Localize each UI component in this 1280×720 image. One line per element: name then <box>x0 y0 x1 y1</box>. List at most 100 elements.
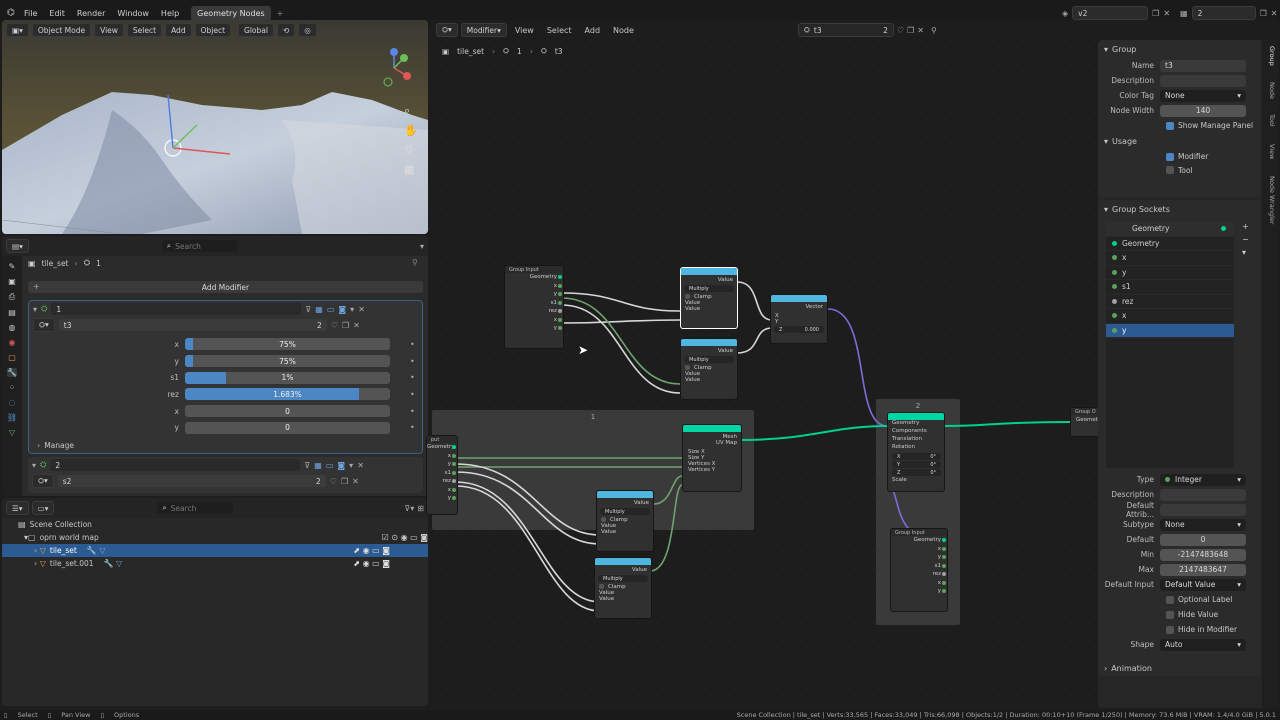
scene-field[interactable]: v2 <box>1072 6 1149 20</box>
node-group-field[interactable]: s2 2 <box>57 475 326 487</box>
socket-dot[interactable] <box>942 555 946 559</box>
socket-dot[interactable] <box>558 309 562 313</box>
snap-icon[interactable]: ⟲ <box>276 23 296 37</box>
outliner-row-tile-set-001[interactable]: › ▽ tile_set.001 🔧 ▽ ⬈ ◉ ▭ ◙ <box>2 557 428 570</box>
node-group-field[interactable]: t3 2 <box>58 319 327 331</box>
visibility-icons[interactable]: ⬈ ◉ ▭ ◙ <box>353 546 390 555</box>
default-input-select[interactable]: Default Value ▾ <box>1160 578 1246 591</box>
menu-help[interactable]: Help <box>155 9 185 18</box>
blender-logo-icon[interactable]: ⌬ <box>4 6 18 20</box>
chevron-down-icon[interactable]: ▾ <box>420 242 424 251</box>
default-value-field[interactable]: 0 <box>1160 533 1246 546</box>
viewport-display-icon[interactable]: ▭ <box>326 461 334 470</box>
view-layer-icon[interactable]: ▦ <box>1180 9 1188 18</box>
input-slider[interactable]: 1% <box>185 371 390 384</box>
pin-icon[interactable]: ⚲ <box>412 258 418 267</box>
group-input-node-b[interactable]: put Geometry x y s1 rez x y <box>426 435 458 515</box>
grid-node[interactable]: Mesh UV Map Size X Size Y Vertices X Ver… <box>682 424 742 492</box>
math-op-select[interactable]: Multiply <box>598 575 648 582</box>
viewport-3d[interactable]: ▣▾ Object Mode View Select Add Object Gl… <box>2 20 428 234</box>
edit-mode-icon[interactable]: ▦ <box>315 305 323 314</box>
shape-select[interactable]: Auto ▾ <box>1160 638 1246 651</box>
socket-description-field[interactable] <box>1160 488 1246 501</box>
modifier-name-field[interactable]: 2 <box>50 459 301 471</box>
node-width-field[interactable]: 140 <box>1160 104 1246 117</box>
socket-list-item[interactable]: Geometry <box>1106 237 1234 251</box>
fake-user-icon[interactable]: ♡ <box>331 321 338 330</box>
new-collection-icon[interactable]: ⊞ <box>417 504 424 513</box>
keyframe-dot-icon[interactable]: • <box>410 373 415 382</box>
unlink-icon[interactable]: ✕ <box>353 321 360 330</box>
color-tag-select[interactable]: None ▾ <box>1160 89 1246 102</box>
socket-dot[interactable] <box>558 326 562 330</box>
keyframe-dot-icon[interactable]: • <box>410 340 415 349</box>
object-tab-icon[interactable]: ▢ <box>8 353 16 362</box>
math-op-select[interactable]: Multiply <box>600 508 650 515</box>
modifier-tab-icon[interactable]: 🔧 <box>7 368 17 377</box>
min-value-field[interactable]: -2147483648 <box>1160 548 1246 561</box>
socket-list-header[interactable]: Geometry <box>1106 222 1234 237</box>
display-mode-icon[interactable]: ▭▾ <box>31 501 55 515</box>
socket-menu-icon[interactable]: ▾ <box>1242 248 1249 257</box>
input-slider[interactable]: 0 <box>185 421 390 434</box>
keyframe-dot-icon[interactable]: • <box>410 407 415 416</box>
default-attribute-field[interactable] <box>1160 503 1246 516</box>
delete-scene-icon[interactable]: ✕ <box>1163 9 1170 18</box>
socket-dot[interactable] <box>452 496 456 500</box>
camera-view-icon[interactable]: ⎊ <box>404 143 418 157</box>
render-display-icon[interactable]: ◙ <box>337 461 345 470</box>
rotation-field[interactable]: X 0° <box>892 453 941 460</box>
modifier-name-field[interactable]: 1 <box>51 303 302 315</box>
socket-type-select[interactable]: Integer ▾ <box>1160 473 1246 486</box>
math-op-select[interactable]: Multiply <box>684 356 734 363</box>
workspace-tab-geometry-nodes[interactable]: Geometry Nodes <box>191 5 271 21</box>
collapse-icon[interactable]: ▾ <box>33 305 37 314</box>
group-input-node[interactable]: Group Input Geometry x y s1 rez x y <box>504 265 564 349</box>
socket-dot[interactable] <box>452 445 456 449</box>
socket-list-item[interactable]: x <box>1106 309 1234 324</box>
world-tab-icon[interactable]: ◉ <box>9 338 16 347</box>
input-slider[interactable]: 75% <box>185 338 390 351</box>
max-value-field[interactable]: 2147483647 <box>1160 563 1246 576</box>
menu-render[interactable]: Render <box>71 9 111 18</box>
fake-user-icon[interactable]: ♡ <box>330 477 337 486</box>
keyframe-dot-icon[interactable]: • <box>410 357 415 366</box>
editor-type-icon[interactable]: ☰▾ <box>6 501 29 515</box>
input-slider[interactable]: 75% <box>185 355 390 368</box>
group-output-node[interactable]: Group O Geometry <box>1070 407 1100 437</box>
group-input-node-c[interactable]: Group Input Geometry x y s1 rez x y <box>890 528 948 612</box>
clamp-checkbox[interactable] <box>685 365 690 370</box>
socket-list-item[interactable]: s1 <box>1106 280 1234 295</box>
viewport-select-menu[interactable]: Select <box>126 23 163 37</box>
rotation-field[interactable]: Y 0° <box>892 461 941 468</box>
editor-type-icon[interactable]: ▣▾ <box>6 23 29 37</box>
clamp-checkbox[interactable] <box>685 294 690 299</box>
socket-list-item[interactable]: rez <box>1106 295 1234 309</box>
transform-orientation[interactable]: Global <box>238 23 274 37</box>
menu-window[interactable]: Window <box>111 9 155 18</box>
group-name-field[interactable]: t3 <box>1160 59 1246 72</box>
group-description-field[interactable] <box>1160 74 1246 87</box>
input-slider[interactable]: 0 <box>185 405 390 418</box>
hide-in-modifier-checkbox[interactable]: Hide in Modifier <box>1098 622 1260 637</box>
hide-value-checkbox[interactable]: Hide Value <box>1098 607 1260 622</box>
remove-socket-icon[interactable]: − <box>1242 235 1249 244</box>
socket-list-item[interactable]: x <box>1106 251 1234 266</box>
clamp-checkbox[interactable] <box>599 584 604 589</box>
filter-icon[interactable]: ⊽ <box>304 461 310 470</box>
tab-view[interactable]: View <box>1268 144 1276 159</box>
socket-dot[interactable] <box>452 470 456 475</box>
constraints-tab-icon[interactable]: ⛓ <box>7 413 17 422</box>
viewport-view-menu[interactable]: View <box>94 23 124 37</box>
viewport-object-menu[interactable]: Object <box>194 23 232 37</box>
add-modifier-button[interactable]: Add Modifier <box>28 281 423 293</box>
socket-dot[interactable] <box>558 292 562 296</box>
z-value-field[interactable]: Z 0.000 <box>774 326 824 333</box>
copy-scene-icon[interactable]: ❐ <box>1152 9 1159 18</box>
socket-dot[interactable] <box>452 462 456 466</box>
remove-modifier-icon[interactable]: ✕ <box>357 461 364 470</box>
navigation-gizmo[interactable] <box>374 46 414 90</box>
tab-node-wrangler[interactable]: Node Wrangler <box>1268 176 1276 225</box>
zoom-icon[interactable]: ⌕ <box>404 104 418 118</box>
visibility-icons[interactable]: ⬈ ◉ ▭ ◙ <box>353 559 390 568</box>
